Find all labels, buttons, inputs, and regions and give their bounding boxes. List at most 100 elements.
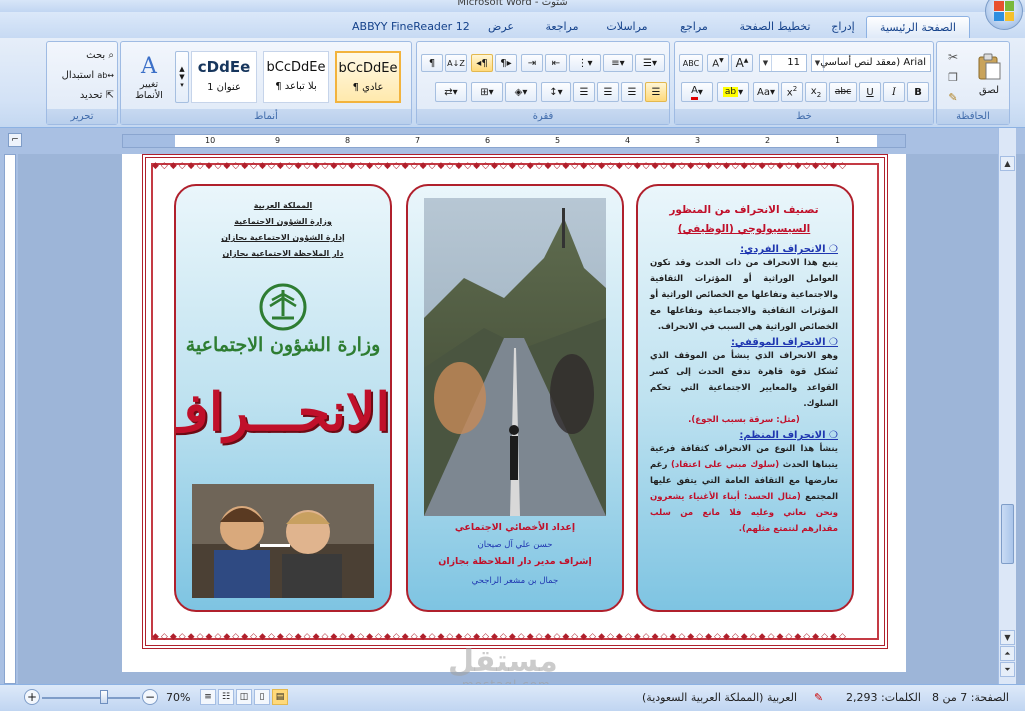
strikethrough-button[interactable]: abc [829,82,857,102]
ruler-margin-right [877,135,905,147]
next-page-icon[interactable]: ⏷ [1000,662,1015,677]
font-group: ▼ معقد لنص أساسي) Arial ▼ 11 A▲ A▼ ABC B I… [674,41,934,125]
full-screen-reading-icon[interactable]: ▯ [254,689,270,705]
underline-button[interactable]: U [859,82,881,102]
shading-button[interactable]: ◈▾ [505,82,537,102]
chevron-down-icon: ▼ [179,73,185,81]
sort-button[interactable]: A↓Z [445,54,467,72]
paragraph-individual: ينبع هذا الانحراف من ذات الحدث وقد تكون … [650,258,838,332]
prev-page-icon[interactable]: ⏶ [1000,646,1015,661]
proofing-icon[interactable]: ✎ [814,691,823,704]
style-normal[interactable]: bCcDdEe ¶ عادي [335,51,401,103]
justify-button[interactable]: ☰ [573,82,595,102]
shrink-font-button[interactable]: A▼ [707,54,729,72]
cut-button[interactable]: ✂ [943,48,963,66]
eraser-icon: ABC [682,58,700,68]
increase-indent-button[interactable]: ⇥ [521,54,543,72]
scroll-thumb[interactable] [1001,504,1014,564]
subscript-button[interactable]: x2 [805,82,827,102]
multilevel-list-icon: ⋮▾ [577,57,593,69]
text-direction-icon: ⇄▾ [444,86,458,98]
tab-view[interactable]: عرض [484,16,518,38]
line-spacing-button[interactable]: ↕▾ [541,82,571,102]
chevron-up-icon: ▲ [179,65,185,73]
style-no-spacing[interactable]: bCcDdEe ¶ بلا تباعد [263,51,329,103]
find-button[interactable]: بحث ⌕ [49,46,117,64]
rtl-button[interactable]: ◂¶ [471,54,493,72]
styles-scroll[interactable]: ▲ ▼ ▾ [175,51,189,103]
change-styles-button[interactable]: A تغيير الأنماط [125,46,173,108]
italic-button[interactable]: I [883,82,905,102]
border-ornament-top: ◆◇◆◇◆◇◆◇◆◇◆◇◆◇◆◇◆◇◆◇◆◇◆◇◆◇◆◇◆◇◆◇◆◇◆◇◆◇◆◇… [152,161,848,171]
zoom-slider-thumb[interactable] [100,690,108,704]
tab-home[interactable]: الصفحة الرئيسية [866,16,970,38]
watermark: مستقلmostaql.com [448,644,558,692]
decrease-indent-button[interactable]: ⇤ [545,54,567,72]
word-count[interactable]: الكلمات: 2,293 [846,691,921,704]
horizontal-ruler[interactable]: 10 9 8 7 6 5 4 3 2 1 [122,134,906,148]
tab-abbyy[interactable]: ABBYY FineReader 12 [352,16,470,38]
tab-review[interactable]: مراجعة [538,16,586,38]
style-no-spacing-name: ¶ بلا تباعد [275,81,317,92]
vertical-scrollbar[interactable]: ▲ ▼ ⏶ ⏷ [998,128,1016,684]
print-layout-icon[interactable]: ▤ [272,689,288,705]
superscript-button[interactable]: x2 [781,82,803,102]
ltr-button[interactable]: ¶▸ [495,54,517,72]
superscript-icon: x2 [786,85,798,99]
page-indicator[interactable]: الصفحة: 7 من 8 [932,691,1009,704]
word-window: Microsoft Word - شتوت الصفحة الرئيسية إد… [0,0,1025,711]
preparer-name: حسن علي آل صيحان [477,540,553,550]
change-case-button[interactable]: Aa▾ [753,82,779,102]
zoom-level[interactable]: 70% [166,691,190,704]
example-situational: (مثل: سرقة بسبب الجوع). [688,415,800,425]
panel-title-line-2: السيسيولوجي (الوظيفي) [677,223,811,235]
document-page[interactable]: ◆◇◆◇◆◇◆◇◆◇◆◇◆◇◆◇◆◇◆◇◆◇◆◇◆◇◆◇◆◇◆◇◆◇◆◇◆◇◆◇… [122,154,906,672]
zoom-in-icon[interactable]: + [24,689,40,705]
tab-references[interactable]: مراجع [672,16,716,38]
numbering-button[interactable]: ≡▾ [603,54,633,72]
align-center-button[interactable]: ☰ [621,82,643,102]
replace-button[interactable]: استبدال ab↔ [49,66,117,84]
scroll-up-icon[interactable]: ▲ [1000,156,1015,171]
zoom-slider[interactable] [42,697,140,699]
outline-view-icon[interactable]: ☷ [218,689,234,705]
language-indicator[interactable]: العربية (المملكة العربية السعودية) [642,691,797,704]
style-heading-1-sample: cDdEe [197,58,251,76]
header-line-4: دار الملاحظة الاجتماعية بجازان [222,249,344,258]
supervision-label: إشراف مدير دار الملاحظة بجازان [438,556,592,567]
paste-button[interactable]: لصق [971,46,1007,102]
highlight-button[interactable]: ab ▾ [717,82,749,102]
tab-page-layout[interactable]: تخطيط الصفحة [732,16,818,38]
align-left-button[interactable]: ☰ [597,82,619,102]
font-name-combo[interactable]: ▼ معقد لنص أساسي) Arial [811,54,931,72]
clear-format-button[interactable]: ABC [679,54,703,72]
font-size-value: 11 [787,57,800,68]
draft-view-icon[interactable]: ≡ [200,689,216,705]
multilevel-list-button[interactable]: ⋮▾ [569,54,601,72]
heading-individual-text: الانحراف الفردي: [740,244,826,255]
tab-selector-icon[interactable]: ⌐ [8,133,22,147]
tab-insert[interactable]: إدراج [822,16,864,38]
borders-button[interactable]: ⊞▾ [471,82,503,102]
scroll-down-icon[interactable]: ▼ [1000,630,1015,645]
bullets-button[interactable]: ☰▾ [635,54,665,72]
style-heading-1[interactable]: cDdEe عنوان 1 [191,51,257,103]
text-direction-button[interactable]: ⇄▾ [435,82,467,102]
grow-font-button[interactable]: A▲ [731,54,753,72]
ruler-number: 10 [205,136,216,145]
align-right-button[interactable]: ☰ [645,82,667,102]
font-color-button[interactable]: A ▾ [681,82,713,102]
vertical-ruler[interactable] [0,154,18,684]
select-button[interactable]: تحديد ⇱ [49,86,117,104]
web-layout-icon[interactable]: ◫ [236,689,252,705]
paste-icon [978,53,1001,79]
zoom-out-icon[interactable]: − [142,689,158,705]
select-label: تحديد [79,89,103,101]
show-marks-button[interactable]: ¶ [421,54,443,72]
bold-button[interactable]: B [907,82,929,102]
align-right-icon: ☰ [651,86,661,98]
font-size-combo[interactable]: ▼ 11 [759,54,807,72]
format-painter-button[interactable]: ✎ [943,88,963,106]
tab-mailings[interactable]: مراسلات [598,16,656,38]
copy-button[interactable]: ❐ [943,68,963,86]
